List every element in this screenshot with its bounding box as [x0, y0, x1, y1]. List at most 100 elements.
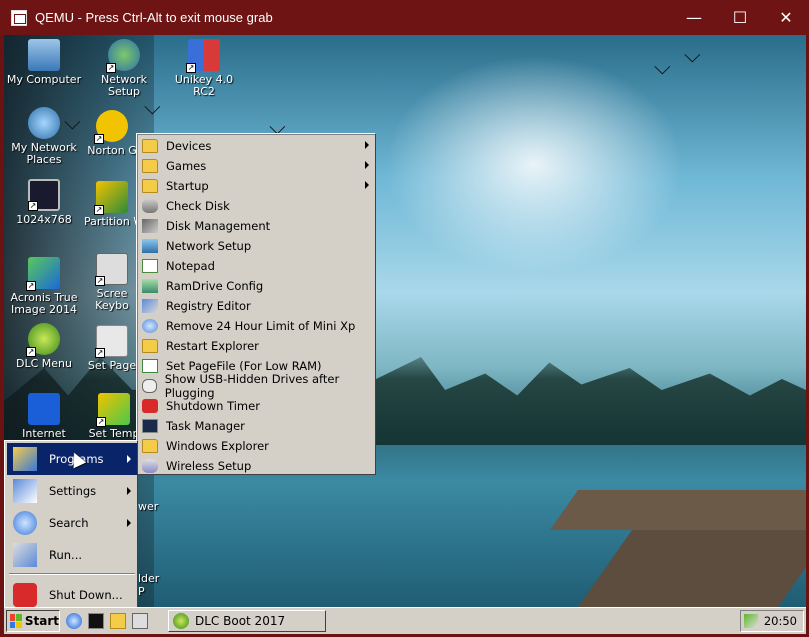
start-item-run[interactable]: Run... [7, 539, 137, 571]
desktop-icon-label: Set Page [87, 359, 137, 372]
menu-item-label: Registry Editor [166, 299, 251, 313]
desktop-icon-label: Set Temp [88, 427, 140, 440]
notepad-icon [142, 259, 158, 273]
acronis-icon: ↗ [26, 257, 60, 291]
menu-item-label: Task Manager [166, 419, 245, 433]
partition-icon: ↗ [94, 181, 128, 215]
clock[interactable]: 20:50 [764, 614, 797, 628]
menu-separator [9, 573, 135, 575]
menu-item-show-usb-hidden-drives[interactable]: Show USB-Hidden Drives after Plugging [139, 372, 373, 400]
desktop-icon-label: Norton G [87, 144, 137, 157]
submenu-arrow-icon [365, 141, 369, 149]
show-desktop-icon[interactable] [132, 613, 148, 629]
desktop-icon-label: DLC Menu [16, 357, 72, 370]
desktop-icon-my-computer[interactable]: My Computer [4, 39, 84, 86]
desktop-icon-set-temp[interactable]: ↗ Set Temp [84, 393, 144, 440]
start-item-label: Shut Down... [49, 588, 123, 602]
desktop-icon-resolution[interactable]: ↗ 1024x768 [4, 179, 84, 226]
start-item-search[interactable]: Search [7, 507, 137, 539]
menu-item-task-manager[interactable]: Task Manager [139, 416, 373, 436]
menu-item-label: Network Setup [166, 239, 252, 253]
menu-item-devices[interactable]: Devices [139, 136, 373, 156]
menu-item-shutdown-timer[interactable]: Shutdown Timer [139, 396, 373, 416]
menu-item-startup[interactable]: Startup [139, 176, 373, 196]
desktop-icon-dlc-menu[interactable]: ↗ DLC Menu [4, 323, 84, 370]
shutdown-icon [13, 583, 37, 607]
desktop-icon-label: My Computer [6, 73, 82, 86]
maximize-button[interactable]: ☐ [717, 0, 763, 35]
menu-item-label: Devices [166, 139, 212, 153]
dlc-menu-icon: ↗ [26, 323, 60, 357]
menu-item-remove-24-hour-limit[interactable]: Remove 24 Hour Limit of Mini Xp [139, 316, 373, 336]
menu-item-label: Restart Explorer [166, 339, 259, 353]
unikey-icon: ↗ [186, 39, 220, 73]
internet-explorer-icon[interactable] [66, 613, 82, 629]
submenu-arrow-icon [127, 455, 131, 463]
bird-graphic: ⌵ [654, 55, 671, 80]
start-item-settings[interactable]: Settings [7, 475, 137, 507]
start-button[interactable]: Start [6, 610, 60, 632]
desktop-icon-acronis[interactable]: ↗ Acronis True Image 2014 [4, 257, 84, 316]
menu-item-label: Games [166, 159, 207, 173]
menu-item-check-disk[interactable]: Check Disk [139, 196, 373, 216]
menu-item-network-setup[interactable]: Network Setup [139, 236, 373, 256]
menu-item-windows-explorer[interactable]: Windows Explorer [139, 436, 373, 456]
wallpaper-swirl [384, 55, 684, 275]
command-prompt-icon[interactable] [88, 613, 104, 629]
monitor-icon: ↗ [28, 179, 60, 211]
desktop-icon-set-page[interactable]: ↗ Set Page [84, 325, 140, 372]
task-button-label: DLC Boot 2017 [195, 614, 286, 628]
desktop-icon-screen-keyboard[interactable]: ↗ Scree Keybo [84, 253, 140, 312]
desktop-icon-label: Partition W [84, 215, 140, 228]
menu-item-games[interactable]: Games [139, 156, 373, 176]
desktop-icon-internet[interactable]: Internet [4, 393, 84, 440]
desktop-icon-norton[interactable]: ↗ Norton G [84, 110, 140, 157]
task-button-dlc-boot[interactable]: DLC Boot 2017 [168, 610, 326, 632]
dlc-boot-icon [173, 613, 189, 629]
run-icon [13, 543, 37, 567]
menu-item-label: Notepad [166, 259, 215, 273]
desktop-icon-network-setup[interactable]: ↗ Network Setup [84, 39, 164, 98]
menu-item-label: Windows Explorer [166, 439, 269, 453]
desktop-icon-label: My Network Places [11, 141, 77, 166]
start-item-label: Settings [49, 484, 97, 498]
tray-network-icon[interactable] [743, 614, 758, 628]
minimize-button[interactable]: — [671, 0, 717, 35]
settemp-icon: ↗ [96, 393, 130, 427]
menu-item-ramdrive-config[interactable]: RamDrive Config [139, 276, 373, 296]
menu-item-notepad[interactable]: Notepad [139, 256, 373, 276]
qemu-titlebar[interactable]: QEMU - Press Ctrl-Alt to exit mouse grab… [0, 0, 809, 35]
menu-item-wireless-setup[interactable]: Wireless Setup [139, 456, 373, 476]
menu-item-label: Startup [166, 179, 209, 193]
maxthon-icon [28, 393, 60, 425]
menu-item-label: Remove 24 Hour Limit of Mini Xp [166, 319, 356, 333]
explorer-icon[interactable] [110, 613, 126, 629]
wireless-icon [142, 459, 158, 473]
network-icon [142, 239, 158, 253]
menu-item-disk-management[interactable]: Disk Management [139, 216, 373, 236]
search-icon [13, 511, 37, 535]
start-item-label: Search [49, 516, 89, 530]
keyboard-icon: ↗ [95, 253, 128, 286]
desktop-icon-partition[interactable]: ↗ Partition W [84, 181, 140, 228]
close-button[interactable]: ✕ [763, 0, 809, 35]
menu-item-label: RamDrive Config [166, 279, 264, 293]
computer-icon [28, 39, 60, 71]
network-icon: ↗ [106, 39, 140, 73]
menu-item-restart-explorer[interactable]: Restart Explorer [139, 336, 373, 356]
bird-graphic: ⌵ [144, 95, 161, 120]
menu-item-registry-editor[interactable]: Registry Editor [139, 296, 373, 316]
registry-icon [142, 299, 158, 313]
desktop-icon-label: Internet [22, 427, 66, 440]
desktop-icon-label: Network Setup [101, 73, 147, 98]
folder-icon [142, 339, 158, 353]
submenu-arrow-icon [365, 161, 369, 169]
submenu-arrow-icon [127, 519, 131, 527]
desktop-icon-my-network-places[interactable]: My Network Places [4, 107, 84, 166]
task-manager-icon [142, 419, 158, 433]
pagefile-icon [142, 359, 158, 373]
menu-item-label: Check Disk [166, 199, 230, 213]
desktop-icon-unikey[interactable]: ↗ Unikey 4.0 RC2 [164, 39, 244, 98]
disk-management-icon [142, 219, 158, 233]
desktop-icon-label: Scree Keybo [95, 287, 129, 312]
